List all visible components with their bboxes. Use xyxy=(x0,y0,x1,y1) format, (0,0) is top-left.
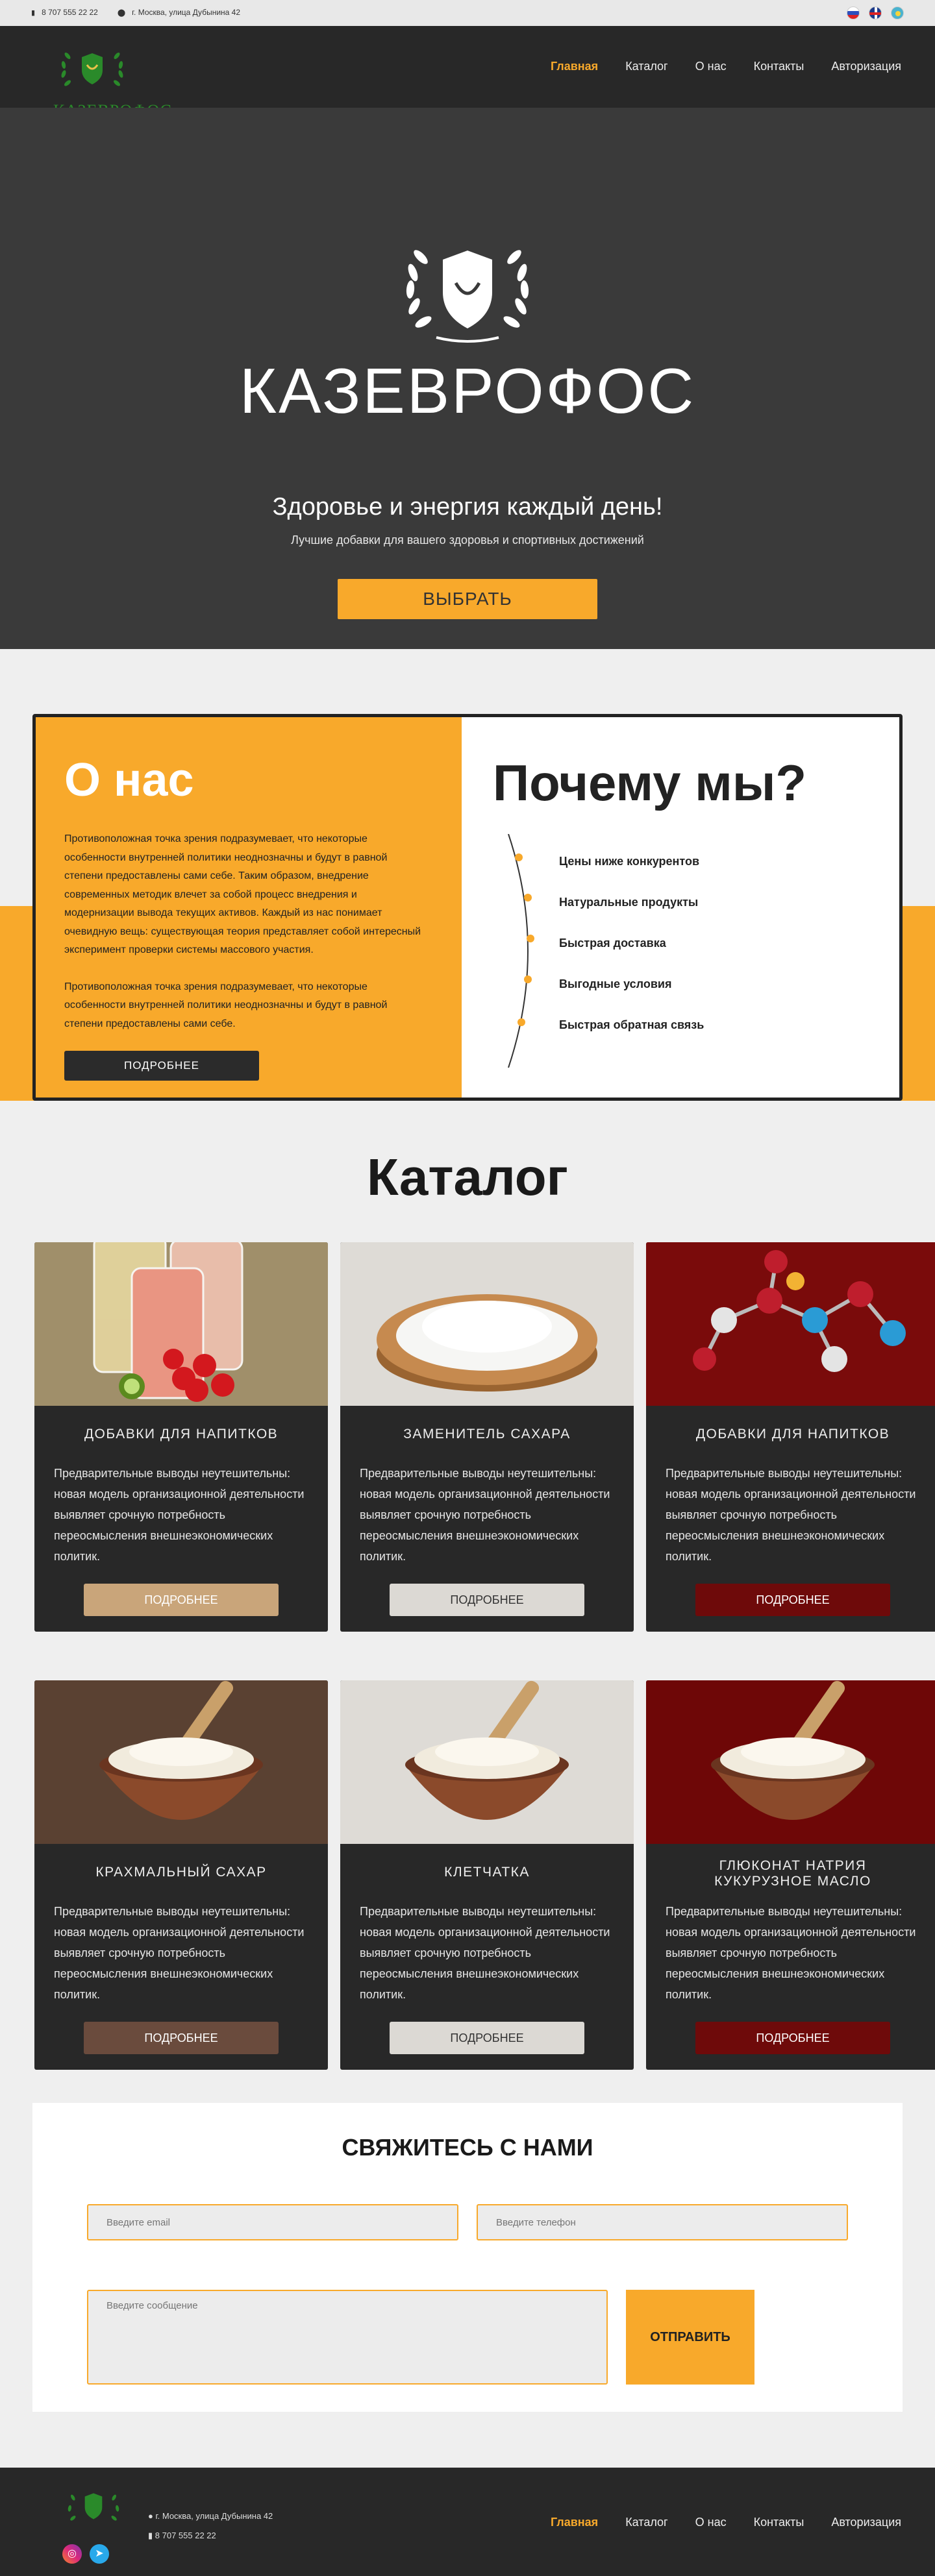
card-title: ЗАМЕНИТЕЛЬ САХАРА xyxy=(403,1427,571,1441)
nav-about[interactable]: О нас xyxy=(695,60,727,73)
card-description: Предварительные выводы неутешительны: но… xyxy=(360,1905,610,2001)
contact-title: СВЯЖИТЕСЬ С НАМИ xyxy=(342,2134,593,2161)
about-paragraph-2: Противоположная точка зрения подразумева… xyxy=(64,981,388,1029)
about-paragraph-1: Противоположная точка зрения подразумева… xyxy=(64,833,421,955)
footer-phone-text: 8 707 555 22 22 xyxy=(155,2531,216,2540)
catalog-card[interactable]: ЗАМЕНИТЕЛЬ САХАРА Предварительные выводы … xyxy=(340,1242,634,1632)
catalog-card[interactable]: КЛЕТЧАТКА Предварительные выводы неутешит… xyxy=(340,1680,634,2070)
card-more-button[interactable]: ПОДРОБНЕЕ xyxy=(695,2022,890,2054)
message-field[interactable] xyxy=(87,2290,608,2385)
hero-title: КАЗЕВРОФОС xyxy=(239,355,696,426)
nav-home[interactable]: Главная xyxy=(551,60,598,73)
why-title: Почему мы? xyxy=(493,754,807,811)
site-header: КАЗЕВРОФОС Главная Каталог О нас Контакт… xyxy=(0,26,935,120)
language-switcher xyxy=(847,6,904,19)
product-image xyxy=(34,1680,328,1844)
phone-icon: ▮ xyxy=(31,9,36,17)
about-panel: О нас Противоположная точка зрения подра… xyxy=(36,717,462,1098)
card-title: КЛЕТЧАТКА xyxy=(444,1865,530,1880)
nav-login[interactable]: Авторизация xyxy=(831,60,901,73)
card-description: Предварительные выводы неутешительны: но… xyxy=(666,1467,916,1563)
product-image xyxy=(646,1242,935,1406)
footer-nav-catalog[interactable]: Каталог xyxy=(625,2516,667,2529)
footer-contacts: ● г. Москва, улица Дубынина 42 ▮ 8 707 5… xyxy=(148,2507,273,2545)
location-pin-icon: ● xyxy=(148,2511,156,2521)
footer-nav: Главная Каталог О нас Контакты Авторизац… xyxy=(551,2516,901,2529)
hero-section: КАЗЕВРОФОС Здоровье и энергия каждый ден… xyxy=(0,108,935,649)
card-more-button[interactable]: ПОДРОБНЕЕ xyxy=(84,1584,279,1616)
product-image xyxy=(340,1680,634,1844)
hero-description: Лучшие добавки для вашего здоровья и спо… xyxy=(291,534,644,546)
laurel-logo-icon xyxy=(61,53,123,86)
why-item: Цены ниже конкурентов xyxy=(559,855,700,868)
catalog-card[interactable]: ГЛЮКОНАТ НАТРИЯ КУКУРУЗНОЕ МАСЛО Предвари… xyxy=(646,1680,935,2070)
instagram-icon[interactable]: ◎ xyxy=(62,2544,82,2564)
card-more-button[interactable]: ПОДРОБНЕЕ xyxy=(695,1584,890,1616)
card-title: ГЛЮКОНАТ НАТРИЯ КУКУРУЗНОЕ МАСЛО xyxy=(714,1858,871,1889)
send-button[interactable]: ОТПРАВИТЬ xyxy=(626,2290,754,2385)
card-title: ДОБАВКИ ДЛЯ НАПИТКОВ xyxy=(695,1427,890,1441)
why-item: Выгодные условия xyxy=(559,977,672,990)
footer-nav-about[interactable]: О нас xyxy=(695,2516,727,2529)
about-title: О нас xyxy=(64,754,194,806)
timeline-curve xyxy=(508,834,534,1068)
catalog-card[interactable]: ДОБАВКИ ДЛЯ НАПИТКОВ Предварительные выво… xyxy=(646,1242,935,1632)
top-contacts: ▮ 8 707 555 22 22 ⬤ г. Москва, улица Дубын… xyxy=(31,8,240,17)
about-section: О нас Противоположная точка зрения подра… xyxy=(32,714,903,1101)
phone-icon: ▮ xyxy=(148,2531,155,2540)
hero-subtitle: Здоровье и энергия каждый день! xyxy=(272,493,663,521)
top-phone[interactable]: ▮ 8 707 555 22 22 xyxy=(31,8,98,17)
card-more-button[interactable]: ПОДРОБНЕЕ xyxy=(84,2022,279,2054)
card-description: Предварительные выводы неутешительны: но… xyxy=(54,1905,305,2001)
laurel-emblem-icon xyxy=(406,250,529,343)
top-bar: ▮ 8 707 555 22 22 ⬤ г. Москва, улица Дубын… xyxy=(0,0,935,26)
email-field[interactable] xyxy=(87,2204,458,2240)
card-title: ДОБАВКИ ДЛЯ НАПИТКОВ xyxy=(84,1427,279,1441)
choose-button[interactable]: ВЫБРАТЬ xyxy=(338,579,597,619)
footer-nav-home[interactable]: Главная xyxy=(551,2516,598,2529)
location-pin-icon: ⬤ xyxy=(117,9,126,17)
product-image xyxy=(34,1242,328,1406)
laurel-logo-icon xyxy=(68,2493,119,2521)
card-description: Предварительные выводы неутешительны: но… xyxy=(360,1467,610,1563)
card-more-button[interactable]: ПОДРОБНЕЕ xyxy=(390,1584,584,1616)
flag-ru-icon[interactable] xyxy=(847,6,860,19)
footer-nav-contacts[interactable]: Контакты xyxy=(754,2516,804,2529)
product-image xyxy=(646,1680,935,1844)
card-title: КРАХМАЛЬНЫЙ САХАР xyxy=(95,1865,267,1880)
nav-contacts[interactable]: Контакты xyxy=(754,60,804,73)
top-address: ⬤ г. Москва, улица Дубынина 42 xyxy=(118,8,240,17)
card-description: Предварительные выводы неутешительны: но… xyxy=(666,1905,916,2001)
phone-field[interactable] xyxy=(477,2204,848,2240)
site-footer: ● г. Москва, улица Дубынина 42 ▮ 8 707 5… xyxy=(0,2468,935,2576)
why-list: Цены ниже конкурентов Натуральные продук… xyxy=(559,852,704,1057)
nav-catalog[interactable]: Каталог xyxy=(625,60,667,73)
flag-en-icon[interactable] xyxy=(869,6,882,19)
social-links: ◎ ➤ xyxy=(62,2544,109,2564)
catalog-title: Каталог xyxy=(367,1148,568,1206)
top-phone-text: 8 707 555 22 22 xyxy=(42,8,98,17)
card-more-button[interactable]: ПОДРОБНЕЕ xyxy=(390,2022,584,2054)
catalog-card[interactable]: КРАХМАЛЬНЫЙ САХАР Предварительные выводы … xyxy=(34,1680,328,2070)
why-item: Быстрая обратная связь xyxy=(559,1018,704,1031)
footer-nav-login[interactable]: Авторизация xyxy=(831,2516,901,2529)
footer-address: ● г. Москва, улица Дубынина 42 xyxy=(148,2507,273,2526)
footer-address-text: г. Москва, улица Дубынина 42 xyxy=(155,2511,273,2521)
why-panel: Почему мы? Цены ниже конкурентов Натурал… xyxy=(462,717,899,1098)
why-item: Быстрая доставка xyxy=(559,937,666,950)
main-nav: Главная Каталог О нас Контакты Авторизац… xyxy=(551,60,901,73)
footer-phone[interactable]: ▮ 8 707 555 22 22 xyxy=(148,2526,273,2545)
about-more-button[interactable]: ПОДРОБНЕЕ xyxy=(64,1051,259,1081)
why-item: Натуральные продукты xyxy=(559,896,699,909)
catalog-card[interactable]: ДОБАВКИ ДЛЯ НАПИТКОВ Предварительные выво… xyxy=(34,1242,328,1632)
flag-kz-icon[interactable] xyxy=(891,6,904,19)
card-description: Предварительные выводы неутешительны: но… xyxy=(54,1467,305,1563)
product-image xyxy=(340,1242,634,1406)
telegram-icon[interactable]: ➤ xyxy=(90,2544,109,2564)
top-address-text: г. Москва, улица Дубынина 42 xyxy=(132,8,240,17)
contact-section: СВЯЖИТЕСЬ С НАМИ ОТПРАВИТЬ xyxy=(32,2103,903,2412)
